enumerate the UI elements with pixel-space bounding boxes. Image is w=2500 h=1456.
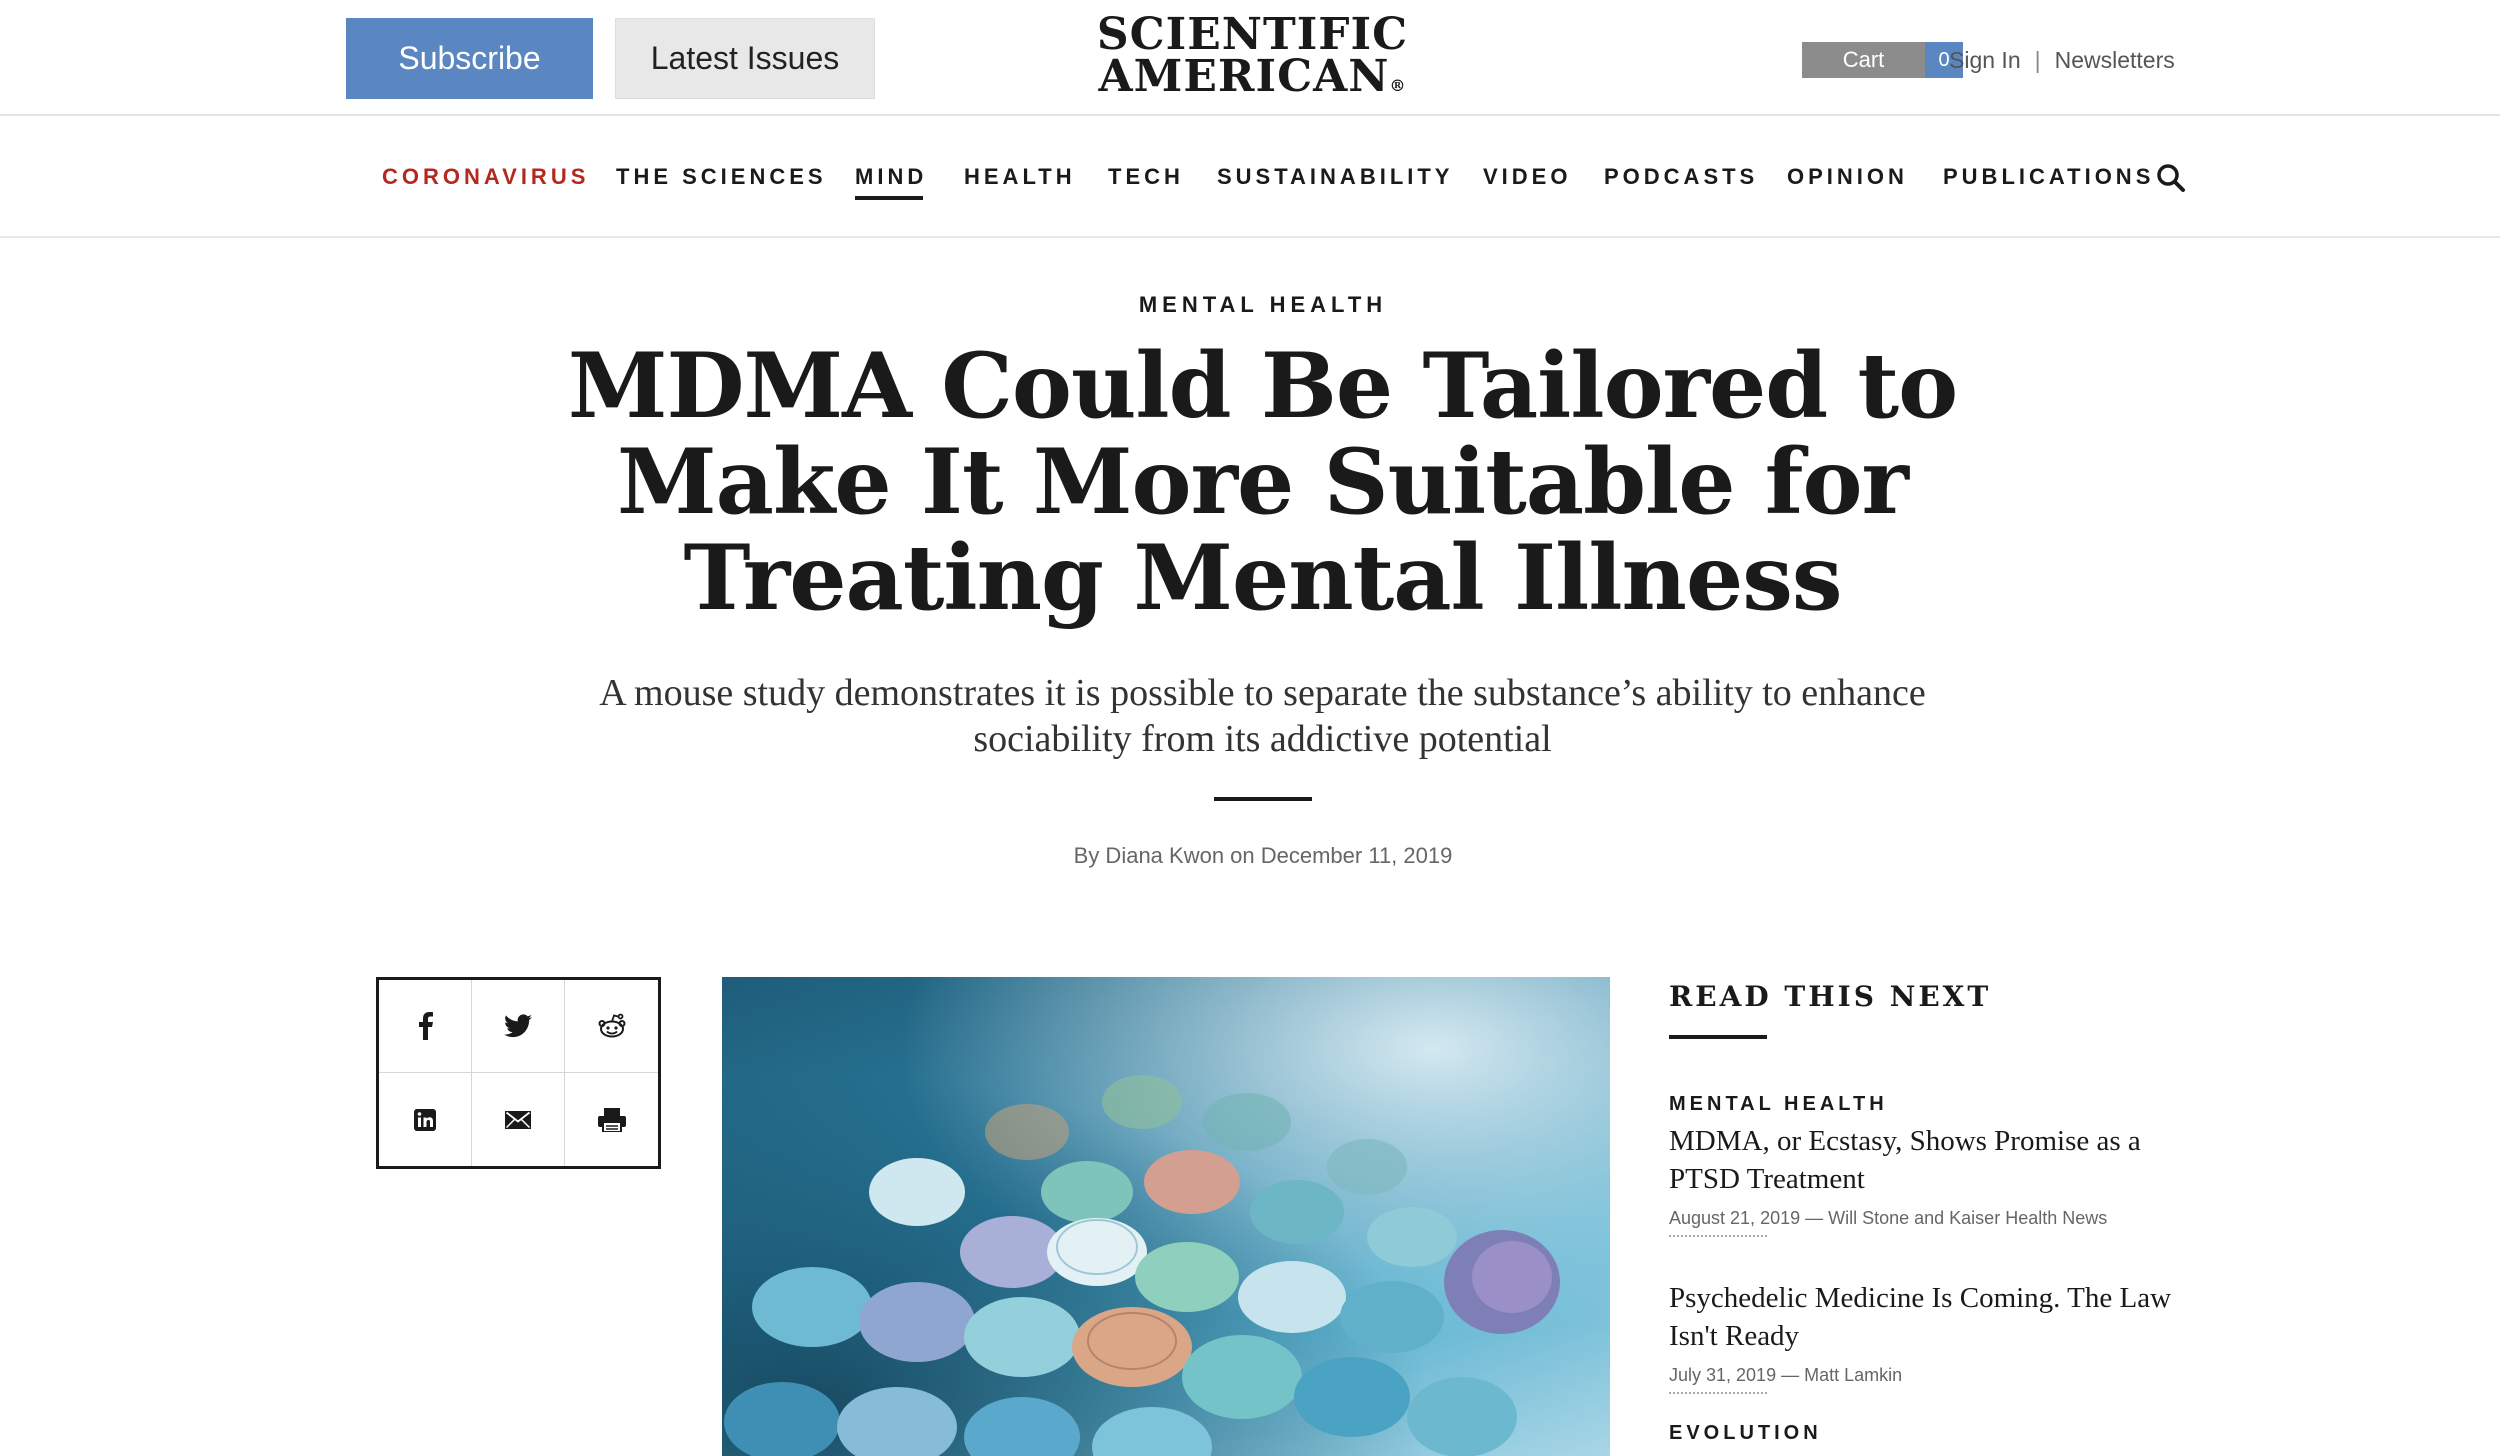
share-reddit-button[interactable] (565, 980, 658, 1073)
subscribe-button[interactable]: Subscribe (346, 18, 593, 99)
nav-item-sustainability[interactable]: SUSTAINABILITY (1217, 164, 1453, 190)
search-icon[interactable] (2155, 162, 2187, 194)
cart-button[interactable]: Cart 0 (1802, 42, 1963, 78)
pills-photo (722, 977, 1610, 1456)
print-icon (597, 1107, 626, 1132)
sidebar-divider (1669, 1035, 1767, 1039)
article-headline: MDMA Could Be Tailored to Make It More S… (567, 333, 1958, 631)
site-logo[interactable]: SCIENTIFIC AMERICAN® (1080, 9, 1425, 107)
sidebar-story-headline[interactable]: MDMA, or Ecstasy, Shows Promise as a PTS… (1669, 1122, 2189, 1198)
sidebar-story-kicker[interactable]: EVOLUTION (1669, 1422, 2189, 1445)
logo-line-1: SCIENTIFIC (1096, 9, 1409, 60)
nav-item-podcasts[interactable]: PODCASTS (1604, 164, 1758, 190)
nav-item-coronavirus[interactable]: CORONAVIRUS (382, 164, 589, 190)
main-nav: CORONAVIRUS THE SCIENCES MIND HEALTH TEC… (0, 116, 2500, 238)
share-linkedin-button[interactable] (379, 1073, 472, 1166)
headline-divider (1214, 797, 1312, 801)
share-email-button[interactable] (472, 1073, 565, 1166)
nav-item-opinion[interactable]: OPINION (1787, 164, 1908, 190)
share-print-button[interactable] (565, 1073, 658, 1166)
twitter-icon (504, 1014, 532, 1038)
sidebar-story: MENTAL HEALTH MDMA, or Ecstasy, Shows Pr… (1669, 1093, 2189, 1237)
nav-item-health[interactable]: HEALTH (964, 164, 1076, 190)
sidebar-story-kicker[interactable]: MENTAL HEALTH (1669, 1093, 2189, 1116)
sidebar-story-divider (1669, 1235, 1767, 1237)
share-twitter-button[interactable] (472, 980, 565, 1073)
sidebar-title: READ THIS NEXT (1669, 980, 1992, 1013)
nav-item-tech[interactable]: TECH (1108, 164, 1184, 190)
share-box (376, 977, 661, 1169)
sidebar-story: Psychedelic Medicine Is Coming. The Law … (1669, 1279, 2189, 1394)
sidebar-story-divider (1669, 1392, 1767, 1394)
sidebar-story-headline[interactable]: Psychedelic Medicine Is Coming. The Law … (1669, 1279, 2189, 1355)
nav-item-the-sciences[interactable]: THE SCIENCES (616, 164, 827, 190)
account-separator: | (2034, 46, 2041, 73)
account-links: Sign In | Newsletters (1949, 42, 2175, 78)
sidebar-story-meta: August 21, 2019 — Will Stone and Kaiser … (1669, 1208, 2108, 1228)
sidebar-story: EVOLUTION (1669, 1422, 2189, 1445)
share-facebook-button[interactable] (379, 980, 472, 1073)
latest-issues-button[interactable]: Latest Issues (615, 18, 875, 99)
registered-mark: ® (1389, 76, 1407, 95)
email-icon (505, 1110, 531, 1129)
nav-item-mind[interactable]: MIND (855, 164, 927, 200)
nav-item-publications[interactable]: PUBLICATIONS (1943, 164, 2154, 190)
article-kicker[interactable]: MENTAL HEALTH (0, 292, 2500, 318)
reddit-icon (598, 1013, 625, 1038)
facebook-icon (419, 1012, 433, 1040)
article-byline: By Diana Kwon on December 11, 2019 (1073, 843, 1453, 868)
nav-item-video[interactable]: VIDEO (1483, 164, 1571, 190)
article-hero-image (722, 977, 1610, 1456)
linkedin-icon (414, 1108, 436, 1131)
newsletters-link[interactable]: Newsletters (2055, 47, 2175, 74)
top-bar: Subscribe Latest Issues SCIENTIFIC AMERI… (0, 0, 2500, 116)
logo-line-2: AMERICAN® (1098, 51, 1407, 102)
article-dek: A mouse study demonstrates it is possibl… (599, 672, 1926, 760)
cart-label: Cart (1802, 42, 1925, 78)
sidebar-story-meta: July 31, 2019 — Matt Lamkin (1669, 1365, 1903, 1385)
sign-in-link[interactable]: Sign In (1949, 47, 2021, 74)
read-this-next-sidebar: READ THIS NEXT MENTAL HEALTH MDMA, or Ec… (1669, 980, 2189, 1445)
